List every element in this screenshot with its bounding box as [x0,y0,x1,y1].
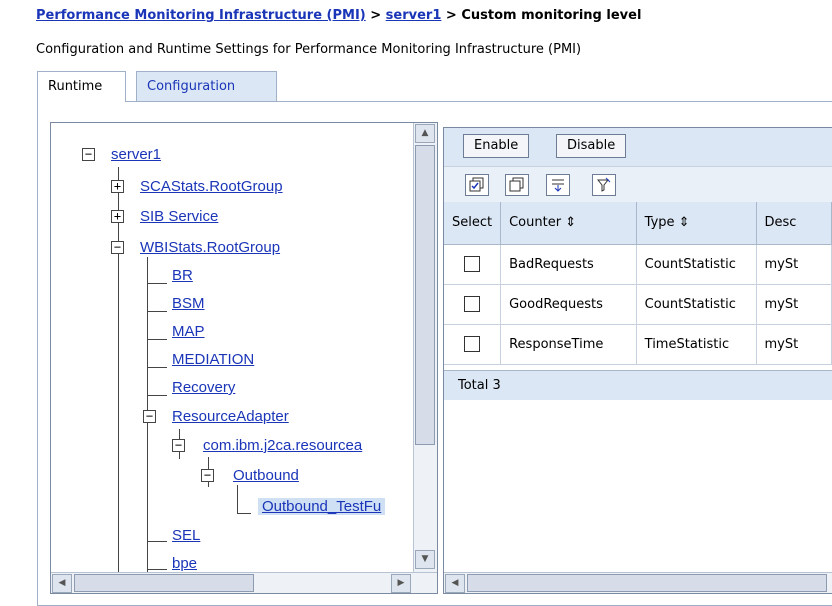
breadcrumb-separator: > [365,8,386,23]
row-checkbox[interactable] [464,256,481,272]
breadcrumb-separator: > [441,8,462,23]
icon-toolbar [444,166,832,202]
table-row: GoodRequests CountStatistic mySt [444,284,832,325]
column-header-type[interactable]: Type ⇕ [636,202,757,245]
tab-runtime[interactable]: Runtime [37,71,126,102]
collapse-icon[interactable]: − [201,469,214,482]
tree-line [147,257,148,593]
counter-cell: GoodRequests [500,284,637,325]
table-row: ResponseTime TimeStatistic mySt [444,324,832,365]
tree-node-br[interactable]: BR [172,267,193,284]
page-description: Configuration and Runtime Settings for P… [36,42,582,57]
tab-runtime-label: Runtime [48,79,103,94]
tree-vertical-scrollbar[interactable]: ▲ ▼ [413,123,437,572]
collapse-icon[interactable]: − [143,410,156,423]
expand-icon[interactable]: + [111,210,124,223]
tree-line [147,395,167,396]
collapse-icon[interactable]: − [172,439,185,452]
tree-node-server1[interactable]: server1 [111,146,161,163]
clear-filter-icon[interactable] [592,174,616,196]
row-checkbox[interactable] [464,296,481,312]
tab-configuration-label: Configuration [147,79,236,94]
tree-node-bpe[interactable]: bpe [172,555,197,572]
scroll-left-icon[interactable]: ◀ [445,574,465,593]
scroll-down-icon[interactable]: ▼ [415,550,435,569]
enable-button[interactable]: Enable [463,134,530,158]
tree-line [147,283,167,284]
tree-line [118,167,119,587]
expand-icon[interactable]: + [111,180,124,193]
sort-icon[interactable]: ⇕ [565,215,576,230]
row-select-cell [444,284,502,325]
disable-button[interactable]: Disable [556,134,627,158]
breadcrumb-link-server1[interactable]: server1 [386,8,442,23]
deselect-all-icon[interactable] [505,174,529,196]
column-header-counter[interactable]: Counter ⇕ [500,202,637,245]
tree-node-map[interactable]: MAP [172,323,205,340]
description-cell: mySt [756,244,832,285]
show-filter-icon[interactable] [546,174,570,196]
scroll-right-icon[interactable]: ▶ [391,574,411,593]
tree-line [237,513,251,514]
tree-node-outbound-testfu[interactable]: Outbound_TestFu [258,498,386,515]
description-cell: mySt [756,324,832,365]
tree-node-sel[interactable]: SEL [172,527,200,544]
row-select-cell [444,324,502,365]
tree-node-resourceadapter[interactable]: ResourceAdapter [172,408,289,425]
tree-node-wbistats[interactable]: WBIStats.RootGroup [140,239,280,256]
tree-horizontal-scroll-thumb[interactable] [74,574,254,592]
tree-vertical-scroll-thumb[interactable] [415,145,435,445]
tree-line [147,339,167,340]
counter-cell: BadRequests [500,244,637,285]
tree-line [147,311,167,312]
tree-node-scastats[interactable]: SCAStats.RootGroup [140,178,283,195]
collapse-icon[interactable]: − [111,241,124,254]
scroll-left-icon[interactable]: ◀ [52,574,72,593]
breadcrumb-current: Custom monitoring level [461,8,642,23]
breadcrumb: Performance Monitoring Infrastructure (P… [36,8,641,23]
type-cell: TimeStatistic [636,324,757,365]
row-checkbox[interactable] [464,336,481,352]
table-total: Total 3 [444,370,832,400]
select-all-icon[interactable] [465,174,489,196]
counter-table: Select Counter ⇕ Type ⇕ Desc BadRequests… [444,202,832,365]
row-select-cell [444,244,502,285]
breadcrumb-link-pmi[interactable]: Performance Monitoring Infrastructure (P… [36,8,366,23]
sort-icon[interactable]: ⇕ [679,215,690,230]
column-header-counter-label: Counter [509,215,562,231]
tree-line [237,485,238,513]
counter-cell: ResponseTime [500,324,637,365]
tree-node-recovery[interactable]: Recovery [172,379,235,396]
tree-node-bsm[interactable]: BSM [172,295,205,312]
column-header-select: Select [444,202,502,245]
tree-node-j2ca-resourceadapter[interactable]: com.ibm.j2ca.resourcea [203,437,362,454]
tree-horizontal-scrollbar[interactable]: ◀ ▶ [51,572,437,593]
table-row: BadRequests CountStatistic mySt [444,244,832,285]
collapse-icon[interactable]: − [82,148,95,161]
table-horizontal-scrollbar[interactable]: ◀ [444,572,832,593]
type-cell: CountStatistic [636,284,757,325]
column-header-description: Desc [756,202,832,245]
tree-node-sib-service[interactable]: SIB Service [140,208,218,225]
tree-node-mediation[interactable]: MEDIATION [172,351,254,368]
description-cell: mySt [756,284,832,325]
tree-node-outbound[interactable]: Outbound [233,467,299,484]
tree-line [147,569,167,570]
tree-line [147,541,167,542]
type-cell: CountStatistic [636,244,757,285]
scroll-up-icon[interactable]: ▲ [415,124,435,143]
tree-line [147,367,167,368]
column-header-type-label: Type [644,215,675,231]
tab-configuration[interactable]: Configuration [136,71,277,101]
table-horizontal-scroll-thumb[interactable] [467,574,827,592]
